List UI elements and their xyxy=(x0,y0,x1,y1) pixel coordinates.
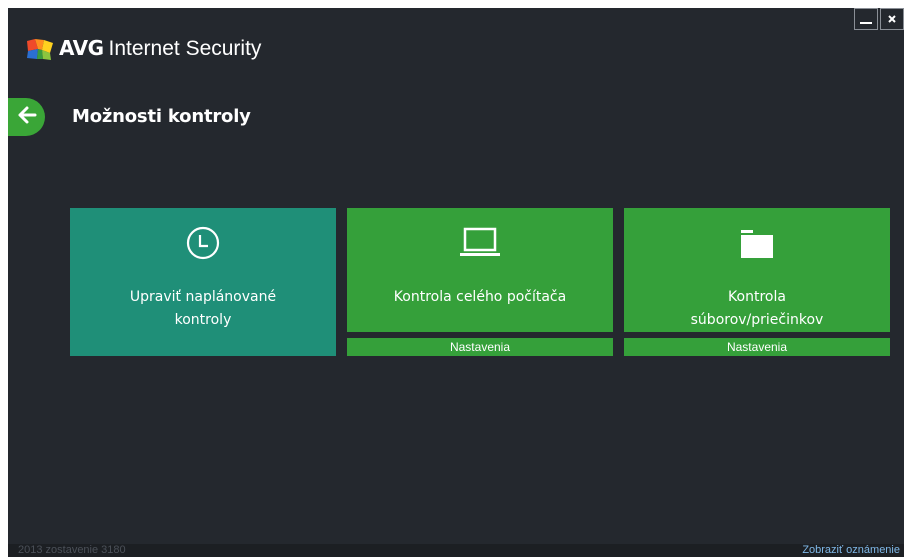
page-title: Možnosti kontroly xyxy=(72,106,251,127)
avg-logo-icon xyxy=(25,37,55,61)
arrow-left-icon xyxy=(16,105,38,129)
app-window: AVG Internet Security Možnosti kontroly xyxy=(8,8,904,557)
minimize-icon xyxy=(859,10,873,29)
files-folders-scan-tile[interactable]: Kontrola súborov/priečinkov xyxy=(624,208,890,332)
close-icon xyxy=(886,10,898,29)
tile-label: Upraviť naplánované kontroly xyxy=(129,289,277,328)
back-button[interactable] xyxy=(8,98,45,136)
laptop-icon xyxy=(458,226,502,260)
show-notification-link[interactable]: Zobraziť oznámenie xyxy=(802,544,900,557)
window-controls xyxy=(854,8,904,30)
whole-computer-settings-button[interactable]: Nastavenia xyxy=(347,338,613,356)
tile-label: Kontrola celého počítača xyxy=(393,289,567,305)
folder-icon xyxy=(737,226,777,260)
app-logo: AVG Internet Security xyxy=(25,36,261,61)
product-name: Internet Security xyxy=(108,37,262,60)
close-button[interactable] xyxy=(880,8,904,30)
build-info: 2013 zostavenie 3180 xyxy=(18,544,126,556)
edit-scheduled-scans-tile[interactable]: Upraviť naplánované kontroly xyxy=(70,208,336,356)
clock-icon xyxy=(186,226,220,260)
status-bar: 2013 zostavenie 3180 Zobraziť oznámenie xyxy=(8,544,904,557)
brand-name: AVG xyxy=(59,36,104,60)
minimize-button[interactable] xyxy=(854,8,878,30)
whole-computer-scan-tile[interactable]: Kontrola celého počítača xyxy=(347,208,613,332)
files-folders-settings-button[interactable]: Nastavenia xyxy=(624,338,890,356)
tile-label: Kontrola súborov/priečinkov xyxy=(690,289,824,328)
